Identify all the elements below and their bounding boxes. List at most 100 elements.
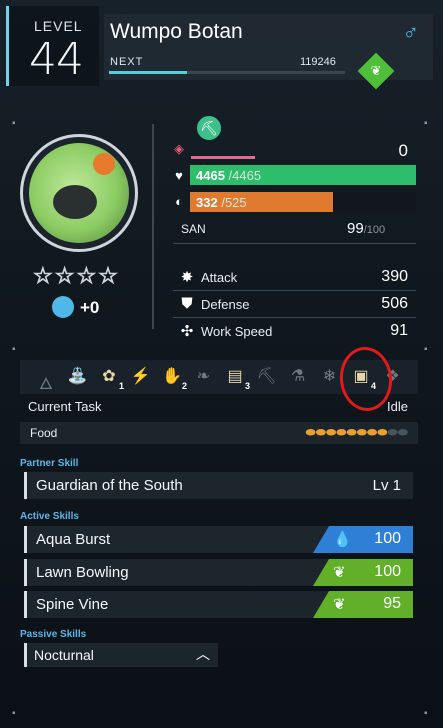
exp-bar	[109, 71, 345, 74]
attack-label: Attack	[201, 270, 238, 285]
food-pip-icon: ⬬	[356, 425, 367, 439]
skill-element-badge: 💧 100	[313, 526, 413, 553]
skill-element-badge: ❦ 100	[313, 559, 413, 586]
food-pip-icon: ⬬	[346, 425, 357, 439]
divider-dot: ▪	[424, 344, 428, 355]
stat-divider	[173, 290, 416, 291]
divider-dot: ▪	[424, 708, 428, 719]
portrait-face	[53, 185, 97, 219]
mining-icon: ⛏	[256, 368, 277, 385]
exp-bar-fill	[109, 71, 187, 74]
chevron-up-icon: ︿	[196, 646, 210, 662]
heart-icon: ♥	[175, 168, 183, 183]
partner-skill-row[interactable]: Guardian of the South Lv 1	[24, 472, 413, 499]
san-value: 99/100	[347, 220, 385, 237]
stat-divider	[173, 243, 416, 244]
hunger-bar: 332 /525	[190, 192, 416, 212]
divider-dot: ▪	[12, 344, 16, 355]
watering-icon: ⛲	[67, 368, 88, 385]
hunger-max: /525	[221, 195, 247, 210]
active-skill-row[interactable]: Spine Vine ❦ 95	[24, 591, 413, 618]
active-skills-title: Active Skills	[20, 511, 79, 522]
lumbering-icon: ▤ 3	[227, 368, 250, 391]
level-box: LEVEL 44	[6, 6, 99, 86]
hp-max: /4465	[228, 168, 262, 183]
hp-bar: 4465 /4465	[190, 165, 416, 185]
food-pip-icon: ⬬	[315, 425, 326, 439]
food-pip-icon: ⬬	[367, 425, 378, 439]
passive-skills-title: Passive Skills	[20, 629, 87, 640]
pal-summary-panel: LEVEL 44 Wumpo Botan ♂ NEXT 119246 ❦ ▪ ▪…	[0, 0, 443, 728]
flower-decoration	[93, 153, 115, 175]
hunger-text: 332 /525	[196, 195, 247, 210]
hp-current: 4465	[196, 168, 225, 183]
attack-icon: ✸	[180, 269, 194, 286]
food-label: Food	[30, 426, 58, 440]
skill-element-badge: ❦ 95	[313, 591, 413, 618]
level-value: 44	[29, 34, 84, 85]
cooling-icon: ❄	[322, 368, 337, 385]
food-pip-icon: ⬬	[326, 425, 337, 439]
food-row: Food ⬬⬬⬬⬬⬬⬬⬬⬬⬬⬬	[20, 422, 418, 444]
defense-value: 506	[381, 295, 408, 312]
partner-skill-level: Lv 1	[372, 477, 401, 494]
active-skill-name: Aqua Burst	[36, 531, 111, 548]
current-task-value: Idle	[387, 399, 408, 414]
leaf-icon: ❦	[333, 596, 346, 613]
san-label: SAN	[181, 222, 206, 236]
name-box: Wumpo Botan ♂ NEXT 119246 ❦	[104, 14, 433, 90]
active-skill-row[interactable]: Lawn Bowling ❦ 100	[24, 559, 413, 586]
work-level: 1	[118, 381, 124, 391]
kindling-icon: 🜂	[39, 376, 53, 393]
food-icon: ◐	[175, 194, 183, 209]
passive-skill-row[interactable]: Nocturnal ︿	[24, 643, 218, 667]
food-pip-icon: ⬬	[397, 425, 408, 439]
attack-value: 390	[381, 268, 408, 285]
san-current: 99	[347, 220, 364, 237]
shield-stat-icon: ◈	[174, 141, 184, 156]
food-meter: ⬬⬬⬬⬬⬬⬬⬬⬬⬬⬬	[306, 425, 409, 440]
skill-power: 95	[383, 595, 401, 612]
divider-dot: ▪	[424, 118, 428, 129]
current-task-label: Current Task	[28, 399, 102, 414]
san-max: /100	[363, 224, 386, 236]
partner-skill-title: Partner Skill	[20, 458, 79, 469]
divider-dot: ▪	[12, 708, 16, 719]
partner-skill-name: Guardian of the South	[36, 477, 183, 494]
leaf-icon: ❦	[333, 564, 346, 581]
divider-dot: ▪	[12, 118, 16, 129]
hp-text: 4465 /4465	[196, 168, 261, 183]
vertical-divider	[152, 124, 154, 329]
work-speed-value: 91	[390, 322, 408, 339]
active-skill-row[interactable]: Aqua Burst 💧 100	[24, 526, 413, 553]
stat-divider	[173, 317, 416, 318]
skill-power: 100	[374, 530, 401, 547]
food-pip-icon: ⬬	[377, 425, 388, 439]
active-skill-name: Lawn Bowling	[36, 564, 129, 581]
work-speed-label: Work Speed	[201, 324, 273, 339]
handiwork-icon: ✋ 2	[162, 368, 187, 391]
skill-power: 100	[374, 563, 401, 580]
defense-icon: ⛊	[181, 295, 193, 312]
pal-portrait	[20, 134, 138, 252]
defense-label: Defense	[201, 297, 250, 312]
hunger-current: 332	[196, 195, 218, 210]
food-pip-icon: ⬬	[305, 425, 316, 439]
work-level: 2	[181, 381, 187, 391]
pal-name: Wumpo Botan	[110, 20, 243, 43]
medicine-icon: ⚗	[290, 368, 306, 385]
soul-bonus: +0	[80, 298, 100, 317]
male-symbol-icon: ♂	[402, 20, 420, 45]
food-pip-icon: ⬬	[336, 425, 347, 439]
work-level: 3	[244, 381, 250, 391]
rank-stars: ☆☆☆☆	[33, 263, 120, 289]
next-exp-value: 119246	[300, 56, 336, 68]
pickaxe-badge-icon: ⛏	[197, 116, 221, 140]
next-label: NEXT	[110, 56, 144, 68]
soul-icon	[52, 296, 74, 318]
level-label: LEVEL	[34, 18, 83, 34]
shield-bar	[191, 156, 255, 159]
water-drop-icon: 💧	[333, 531, 352, 548]
planting-icon: ✿ 1	[102, 368, 124, 391]
food-pip-icon: ⬬	[387, 425, 398, 439]
